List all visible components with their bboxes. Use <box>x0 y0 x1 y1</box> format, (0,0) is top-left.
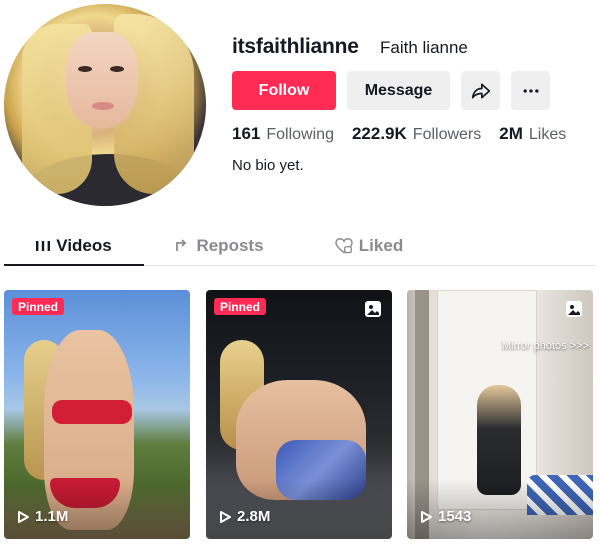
tab-liked-label: Liked <box>358 236 404 255</box>
avatar-lips <box>92 102 114 110</box>
play-icon <box>421 510 432 523</box>
profile-stats: 161 Following 222.9K Followers 2M Likes <box>232 124 584 144</box>
avatar-eye-left <box>78 66 92 72</box>
tab-videos-label: Videos <box>56 236 112 255</box>
profile-nickname: Faith lianne <box>380 38 468 57</box>
tab-videos[interactable]: Videos <box>4 226 144 266</box>
pinned-badge: Pinned <box>12 298 65 315</box>
view-count-value: 1.1M <box>35 508 69 525</box>
stat-following-value: 161 <box>232 124 261 143</box>
photo-post-icon <box>365 301 381 317</box>
tab-liked[interactable]: Liked <box>294 226 444 266</box>
thumbnail-caption: Mirror photos >>> <box>501 340 589 352</box>
play-icon <box>18 510 29 523</box>
tab-reposts[interactable]: Reposts <box>144 226 294 266</box>
profile-tabs: Videos Reposts Liked <box>4 226 596 266</box>
video-card[interactable]: Pinned 2.8M <box>206 290 392 539</box>
profile-bio: No bio yet. <box>232 157 304 174</box>
pinned-badge: Pinned <box>214 298 267 315</box>
stat-likes-label: Likes <box>528 126 567 143</box>
stat-likes: 2M Likes <box>499 124 566 144</box>
view-count: 2.8M <box>218 508 270 525</box>
avatar-eye-right <box>110 66 124 72</box>
photo-post-icon <box>566 301 582 317</box>
profile-avatar[interactable] <box>4 4 206 206</box>
repost-icon <box>176 239 187 251</box>
active-tab-indicator <box>4 264 144 266</box>
view-count: 1.1M <box>16 508 68 525</box>
share-button[interactable] <box>461 71 500 110</box>
view-count-value: 2.8M <box>237 508 271 525</box>
stat-followers-label: Followers <box>412 126 482 143</box>
avatar-face <box>66 32 138 128</box>
tab-reposts-label: Reposts <box>196 236 264 255</box>
view-count: 1543 <box>419 508 471 525</box>
video-card[interactable]: Mirror photos >>> 1543 <box>407 290 593 539</box>
more-icon <box>523 88 538 93</box>
stat-following-label: Following <box>266 126 334 143</box>
view-count-value: 1543 <box>438 508 472 525</box>
follow-button[interactable]: Follow <box>232 71 336 110</box>
message-button[interactable]: Message <box>347 71 450 110</box>
heart-icon <box>335 238 353 254</box>
grid-icon <box>36 241 51 251</box>
share-icon <box>471 83 490 98</box>
thumbnail-figure <box>52 400 132 424</box>
more-options-button[interactable] <box>511 71 550 110</box>
video-card[interactable]: Pinned 1.1M <box>4 290 190 539</box>
stat-followers[interactable]: 222.9K Followers <box>352 124 481 144</box>
stat-following[interactable]: 161 Following <box>232 124 334 144</box>
play-icon <box>220 510 231 523</box>
stat-likes-value: 2M <box>499 124 523 143</box>
profile-username: itsfaithlianne <box>232 35 359 58</box>
stat-followers-value: 222.9K <box>351 124 407 143</box>
